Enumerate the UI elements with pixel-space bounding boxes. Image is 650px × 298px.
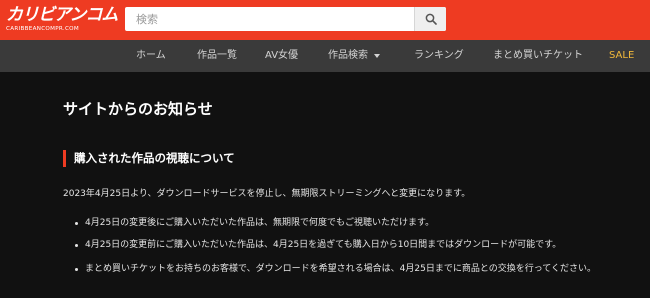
notice-bullet: 4月25日の変更後にご購入いただいた作品は、無期限で何度でもご視聴いただけます。 — [85, 218, 435, 228]
logo-domain: CARIBBEANCOMPR.COM — [6, 26, 79, 32]
page-title: サイトからのお知らせ — [63, 100, 213, 118]
logo-wordmark: カリビアンコム — [6, 5, 118, 25]
nav-item-actresses[interactable]: AV女優 — [265, 40, 298, 72]
nav-item-sale[interactable]: SALE — [609, 40, 634, 72]
site-logo[interactable]: カリビアンコム CARIBBEANCOMPR.COM — [6, 4, 118, 36]
main-nav: ホーム 作品一覧 AV女優 作品検索 ランキング まとめ買いチケット SALE — [0, 40, 650, 72]
bullet-dot — [75, 244, 78, 247]
bullet-dot — [75, 222, 78, 225]
nav-item-home[interactable]: ホーム — [136, 40, 166, 72]
caret-down-icon — [374, 54, 380, 58]
search-input[interactable] — [125, 7, 414, 31]
section-title: 購入された作品の視聴について — [74, 151, 235, 165]
nav-item-bulk-ticket[interactable]: まとめ買いチケット — [493, 40, 583, 72]
bullet-dot — [75, 268, 78, 271]
nav-item-search[interactable]: 作品検索 — [328, 40, 368, 72]
notice-bullet: まとめ買いチケットをお持ちのお客様で、ダウンロードを希望される場合は、4月25日… — [85, 264, 597, 274]
nav-item-movie-list[interactable]: 作品一覧 — [197, 40, 237, 72]
main-content: サイトからのお知らせ 購入された作品の視聴について 2023年4月25日より、ダ… — [0, 72, 650, 298]
nav-item-ranking[interactable]: ランキング — [414, 40, 464, 72]
notice-intro: 2023年4月25日より、ダウンロードサービスを停止し、無期限ストリーミングへと… — [63, 189, 471, 199]
search-box — [125, 7, 446, 31]
search-icon — [425, 13, 437, 25]
section-accent-bar — [63, 150, 66, 167]
site-header: カリビアンコム CARIBBEANCOMPR.COM — [0, 0, 650, 40]
notice-bullet: 4月25日の変更前にご購入いただいた作品は、4月25日を過ぎても購入日から10日… — [85, 240, 562, 250]
search-button[interactable] — [414, 7, 446, 31]
